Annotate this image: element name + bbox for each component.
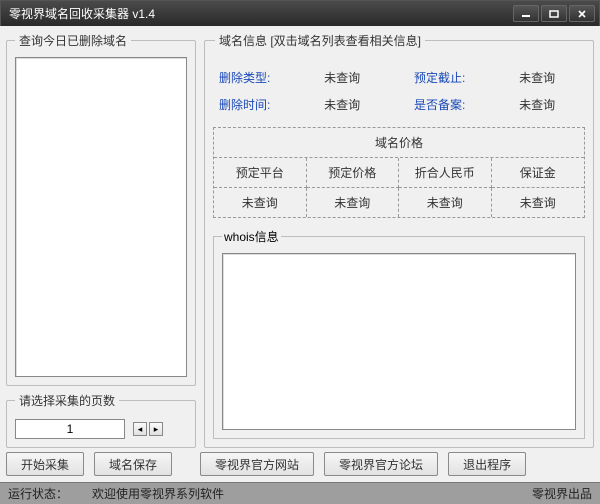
window-title: 零视界域名回收采集器 v1.4 [9,5,511,22]
delete-type-value: 未查询 [324,69,384,86]
right-column: 域名信息 [双击域名列表查看相关信息] 删除类型: 未查询 预定截止: 未查询 … [204,32,594,448]
pages-increment[interactable]: ▸ [149,422,163,436]
status-label: 运行状态： [8,485,68,502]
reserve-stop-value: 未查询 [519,69,579,86]
price-value: 未查询 [307,188,400,217]
pages-group: 请选择采集的页数 ◂ ▸ [6,392,196,448]
price-header: 预定平台 [214,158,307,188]
price-value: 未查询 [214,188,307,217]
beian-value: 未查询 [519,96,579,113]
price-header-row: 预定平台 预定价格 折合人民币 保证金 [214,158,584,188]
status-text: 欢迎使用零视界系列软件 [92,485,224,502]
pages-spinner: ◂ ▸ [133,422,163,436]
maximize-button[interactable] [541,5,567,22]
whois-group: whois信息 [213,228,585,439]
client-area: 查询今日已删除域名 请选择采集的页数 ◂ ▸ 域名信息 [双击域名列表查看相关信 [0,26,600,504]
status-brand: 零视界出品 [532,485,592,502]
beian-label: 是否备案: [414,96,489,113]
price-header: 折合人民币 [399,158,492,188]
whois-textbox[interactable] [222,253,576,430]
delete-time-value: 未查询 [324,96,384,113]
minimize-button[interactable] [513,5,539,22]
info-grid: 删除类型: 未查询 预定截止: 未查询 删除时间: 未查询 是否备案: 未查询 [213,67,585,117]
pages-input[interactable] [15,419,125,439]
price-header: 保证金 [492,158,585,188]
button-row: 开始采集 域名保存 零视界官方网站 零视界官方论坛 退出程序 [6,452,594,476]
price-value: 未查询 [492,188,585,217]
price-title: 域名价格 [214,128,584,158]
domain-info-group: 域名信息 [双击域名列表查看相关信息] [204,32,594,59]
pages-legend: 请选择采集的页数 [15,392,119,409]
content: 查询今日已删除域名 请选择采集的页数 ◂ ▸ 域名信息 [双击域名列表查看相关信 [6,32,594,448]
pages-decrement[interactable]: ◂ [133,422,147,436]
statusbar: 运行状态： 欢迎使用零视界系列软件 零视界出品 [0,482,600,504]
delete-time-label: 删除时间: [219,96,294,113]
reserve-stop-label: 预定截止: [414,69,489,86]
titlebar: 零视界域名回收采集器 v1.4 [1,1,599,27]
deleted-domains-legend: 查询今日已删除域名 [15,32,131,49]
official-site-button[interactable]: 零视界官方网站 [200,452,314,476]
close-button[interactable] [569,5,595,22]
price-header: 预定价格 [307,158,400,188]
exit-button[interactable]: 退出程序 [448,452,526,476]
deleted-domains-group: 查询今日已删除域名 [6,32,196,386]
left-column: 查询今日已删除域名 请选择采集的页数 ◂ ▸ [6,32,196,448]
official-forum-button[interactable]: 零视界官方论坛 [324,452,438,476]
delete-type-label: 删除类型: [219,69,294,86]
domain-listbox[interactable] [15,57,187,377]
domain-info-legend: 域名信息 [双击域名列表查看相关信息] [215,32,425,49]
price-value-row: 未查询 未查询 未查询 未查询 [214,188,584,217]
price-value: 未查询 [399,188,492,217]
start-collect-button[interactable]: 开始采集 [6,452,84,476]
save-domains-button[interactable]: 域名保存 [94,452,172,476]
price-table: 域名价格 预定平台 预定价格 折合人民币 保证金 未查询 未查询 未查询 未查询 [213,127,585,218]
whois-legend: whois信息 [222,228,281,245]
